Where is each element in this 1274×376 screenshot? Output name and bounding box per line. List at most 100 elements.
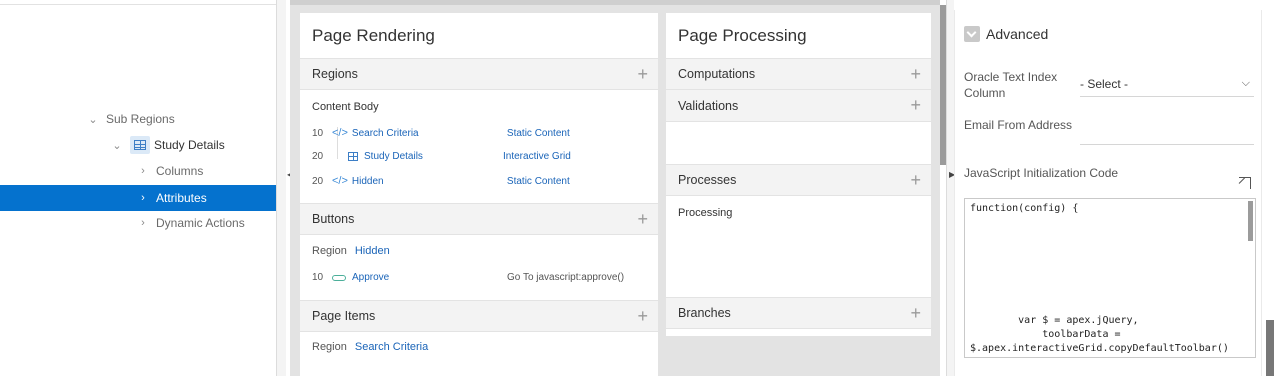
tree-node-study-details[interactable]: ⌄ Study Details [0,132,276,158]
add-item-icon[interactable]: + [637,306,648,327]
tree-node-label: Columns [156,164,204,178]
chevron-right-icon[interactable]: › [136,165,150,177]
grid-icon [348,152,358,161]
chevron-right-icon[interactable]: › [136,217,150,229]
email-from-address-input[interactable] [1080,118,1254,145]
region-sequence: 10 [312,127,324,139]
advanced-group-toggle[interactable]: Advanced [964,26,1048,42]
regions-label: Regions [312,67,358,81]
button-row[interactable]: 10 Approve Go To javascript:approve() [312,272,648,283]
property-scrollbar[interactable] [1266,320,1274,376]
regions-header[interactable]: Regions + [300,58,658,90]
chevron-down-icon: ⌵ [1241,77,1250,89]
button-sequence: 10 [312,272,324,283]
page-processing-panel: Page Processing Computations + Validatio… [666,13,931,336]
region-type: Static Content [506,175,570,187]
button-icon [332,274,346,281]
js-init-code-editor[interactable]: function(config) { var $ = apex.jQuery, … [964,198,1256,358]
processes-header[interactable]: Processes + [666,164,931,196]
email-from-address-label: Email From Address [964,118,1073,132]
tree-node-label: Study Details [154,138,225,152]
collapse-icon[interactable] [964,26,980,42]
region-sequence: 20 [312,175,324,187]
region-label: Region [312,245,347,257]
property-editor: Advanced Oracle Text Index Column - Sele… [954,0,1274,376]
tree-node-label: Sub Regions [106,112,175,126]
add-branch-icon[interactable]: + [910,303,921,324]
add-computation-icon[interactable]: + [910,64,921,85]
chevron-down-icon[interactable]: ⌄ [110,139,124,152]
branches-header[interactable]: Branches + [666,297,931,329]
tree-node-columns[interactable]: › Columns [0,158,276,184]
add-validation-icon[interactable]: + [910,95,921,116]
region-name-link[interactable]: Hidden [355,245,390,257]
region-label: Region [312,341,347,353]
region-row[interactable]: 10 </> Search Criteria Static Content [312,127,648,139]
advanced-group-label: Advanced [986,26,1049,42]
interactive-grid-icon [130,136,150,154]
region-sequence: 20 [312,151,324,162]
expand-editor-icon[interactable] [1239,177,1251,189]
tree-node-label: Attributes [156,191,207,205]
code-line: function(config) { [970,203,1079,214]
region-row[interactable]: 20 </> Hidden Static Content [312,175,648,187]
region-name-link[interactable]: Study Details [364,151,503,162]
add-process-icon[interactable]: + [910,170,921,191]
processes-body: Processing [666,196,931,297]
add-button-icon[interactable]: + [637,209,648,230]
processes-label: Processes [678,173,737,187]
validations-body [666,122,931,164]
app-root: ⌄ Sub Regions ⌄ Study Details › Columns … [0,0,1274,376]
property-editor-inner: Advanced Oracle Text Index Column - Sele… [954,10,1262,376]
tree-node-sub-regions[interactable]: ⌄ Sub Regions [0,106,276,132]
region-name-link[interactable]: Search Criteria [355,341,428,353]
branches-label: Branches [678,306,731,320]
tree-node-attributes[interactable]: › Attributes [0,185,276,211]
tree-node-dynamic-actions[interactable]: › Dynamic Actions [0,210,276,236]
page-items-body: Region Search Criteria [300,332,658,372]
computations-header[interactable]: Computations + [666,58,931,90]
content-body-label[interactable]: Content Body [312,101,379,113]
page-items-header[interactable]: Page Items + [300,300,658,332]
js-init-code-label: JavaScript Initialization Code [964,166,1119,180]
page-processing-title: Page Processing [678,25,807,45]
right-splitter[interactable]: ▶ [946,0,955,376]
button-action: Go To javascript:approve() [507,272,625,283]
processing-group-label[interactable]: Processing [678,207,732,219]
code-line: toolbarData = [970,329,1121,340]
center-pane: Page Rendering Regions + Content Body 10… [290,0,940,376]
add-region-icon[interactable]: + [637,64,648,85]
code-icon: </> [332,127,348,139]
page-items-label: Page Items [312,309,376,323]
code-line: $.apex.interactiveGrid.copyDefaultToolba… [970,343,1229,354]
chevron-down-icon[interactable]: ⌄ [86,113,100,126]
buttons-region-line: Region Hidden [312,245,648,257]
buttons-label: Buttons [312,212,355,226]
tree-divider [0,4,276,5]
code-scrollbar[interactable] [1248,201,1253,241]
items-region-line: Region Search Criteria [312,341,648,353]
validations-label: Validations [678,98,739,113]
oracle-text-index-select[interactable]: - Select - ⌵ [1080,71,1254,97]
buttons-header[interactable]: Buttons + [300,203,658,235]
code-line: var $ = apex.jQuery, [970,315,1139,326]
chevron-right-icon[interactable]: › [136,192,150,204]
oracle-text-index-label: Oracle Text Index Column [964,70,1058,100]
page-rendering-title: Page Rendering [312,25,435,45]
computations-label: Computations [678,67,756,81]
regions-body: Content Body 10 </> Search Criteria Stat… [300,90,658,203]
region-name-link[interactable]: Hidden [352,176,507,187]
tree-node-label: Dynamic Actions [156,216,245,230]
page-tree: ⌄ Sub Regions ⌄ Study Details › Columns … [0,0,276,376]
code-icon: </> [332,175,348,187]
page-rendering-panel: Page Rendering Regions + Content Body 10… [300,13,658,376]
region-row[interactable]: 20 Study Details Interactive Grid [312,151,648,162]
select-value: - Select - [1080,76,1129,91]
region-type: Static Content [506,127,570,139]
region-name-link[interactable]: Search Criteria [352,128,507,139]
left-splitter[interactable]: ◀ [276,0,293,376]
buttons-body: Region Hidden 10 Approve Go To javascrip… [300,235,658,300]
validations-header[interactable]: Validations + [666,90,931,122]
region-type: Interactive Grid [503,151,571,162]
button-name-link[interactable]: Approve [352,272,507,283]
